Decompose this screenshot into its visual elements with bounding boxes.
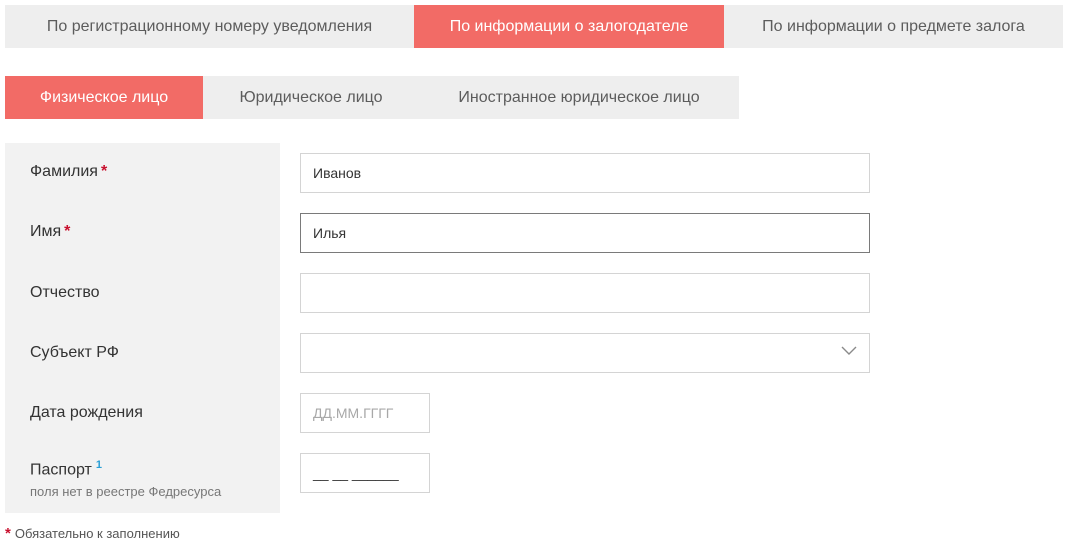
first-name-input[interactable]: Илья: [300, 213, 870, 253]
passport-input[interactable]: __ __ ______: [300, 453, 430, 493]
required-star: *: [5, 525, 11, 542]
tab-by-notice-number[interactable]: По регистрационному номеру уведомления: [5, 5, 414, 48]
tab-legal-entity[interactable]: Юридическое лицо: [203, 76, 419, 119]
tab-individual[interactable]: Физическое лицо: [5, 76, 203, 119]
required-footnote: * Обязательно к заполнению: [5, 525, 180, 542]
tab-by-pledgor-info[interactable]: По информации о залогодателе: [414, 5, 724, 48]
passport-label: Паспорт 1: [30, 459, 102, 479]
passport-footnote-link[interactable]: 1: [96, 459, 102, 471]
required-footnote-text: Обязательно к заполнению: [14, 526, 180, 541]
chevron-down-icon: [841, 346, 857, 355]
patronymic-label: Отчество: [30, 284, 100, 301]
birth-date-placeholder: ДД.ММ.ГГГГ: [313, 405, 394, 421]
region-select[interactable]: [300, 333, 870, 373]
form-labels-panel: Фамилия * Имя * Отчество Субъект РФ Дата р…: [5, 143, 280, 513]
search-mode-tabs: По регистрационному номеру уведомления П…: [5, 5, 1063, 48]
last-name-input[interactable]: Иванов: [300, 153, 870, 193]
region-label: Субъект РФ: [30, 344, 119, 361]
tab-by-pledge-subject[interactable]: По информации о предмете залога: [724, 5, 1063, 48]
passport-hint: поля нет в реестре Федресурса: [30, 484, 222, 499]
required-marker: *: [64, 223, 71, 240]
tab-foreign-legal-entity[interactable]: Иностранное юридическое лицо: [419, 76, 739, 119]
passport-mask: __ __ ______: [313, 465, 399, 481]
required-marker: *: [100, 163, 108, 180]
birth-date-input[interactable]: ДД.ММ.ГГГГ: [300, 393, 430, 433]
first-name-label: Имя *: [30, 223, 71, 240]
birth-date-label: Дата рождения: [30, 404, 143, 421]
pledgor-type-tabs: Физическое лицо Юридическое лицо Иностра…: [5, 76, 739, 119]
patronymic-input[interactable]: [300, 273, 870, 313]
last-name-label: Фамилия *: [30, 163, 108, 180]
